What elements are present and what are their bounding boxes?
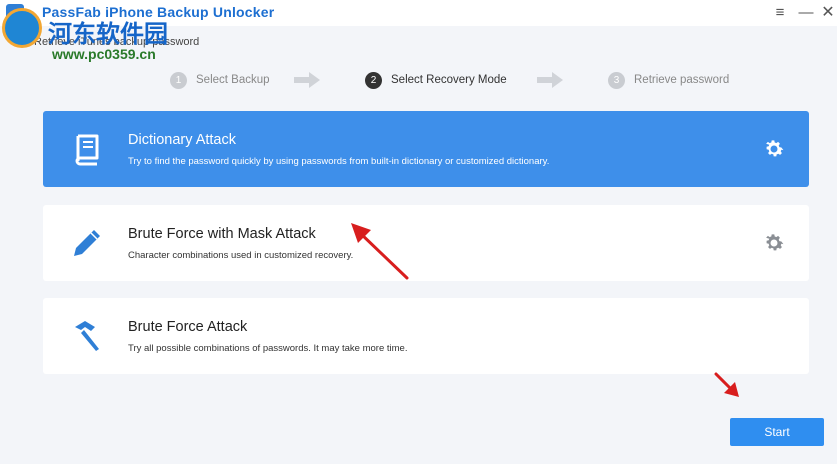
annotation-arrow-icon [351, 223, 409, 280]
step-select-backup: 1 Select Backup [170, 70, 270, 90]
menu-icon[interactable]: ≡ [770, 3, 790, 23]
mode-description: Try all possible combinations of passwor… [128, 343, 408, 354]
step-label: Retrieve password [634, 74, 730, 86]
mode-brute-force-attack[interactable]: Brute Force Attack Try all possible comb… [43, 298, 809, 374]
mode-brute-force-mask-attack[interactable]: Brute Force with Mask Attack Character c… [43, 205, 809, 281]
close-icon[interactable]: ✕ [818, 3, 837, 23]
mode-description: Try to find the password quickly by usin… [128, 156, 550, 167]
gear-icon[interactable] [762, 231, 786, 255]
hammer-icon [75, 321, 99, 351]
book-icon [75, 134, 99, 166]
minimize-icon[interactable]: — [796, 3, 816, 23]
watermark-url: www.pc0359.cn [52, 46, 156, 62]
watermark-logo-icon [2, 8, 42, 48]
step-retrieve-password: 3 Retrieve password [608, 70, 729, 90]
gear-icon[interactable] [762, 137, 786, 161]
step-number: 3 [608, 71, 625, 89]
mode-description: Character combinations used in customize… [128, 250, 354, 261]
step-number: 1 [170, 71, 187, 89]
step-select-recovery-mode: 2 Select Recovery Mode [365, 70, 507, 90]
mode-title: Dictionary Attack [128, 132, 236, 148]
pencil-icon [74, 230, 100, 256]
step-number: 2 [365, 71, 382, 89]
start-button[interactable]: Start [730, 418, 824, 446]
step-label: Select Recovery Mode [391, 74, 507, 86]
annotation-arrow-icon [714, 372, 739, 397]
step-arrow-icon [537, 72, 563, 88]
mode-dictionary-attack[interactable]: Dictionary Attack Try to find the passwo… [43, 111, 809, 187]
mode-title: Brute Force Attack [128, 319, 248, 335]
step-arrow-icon [294, 72, 320, 88]
mode-title: Brute Force with Mask Attack [128, 226, 316, 242]
step-progress: 1 Select Backup 2 Select Recovery Mode 3… [0, 70, 837, 92]
step-label: Select Backup [196, 74, 270, 86]
watermark-text: 河东软件园 [48, 19, 168, 48]
